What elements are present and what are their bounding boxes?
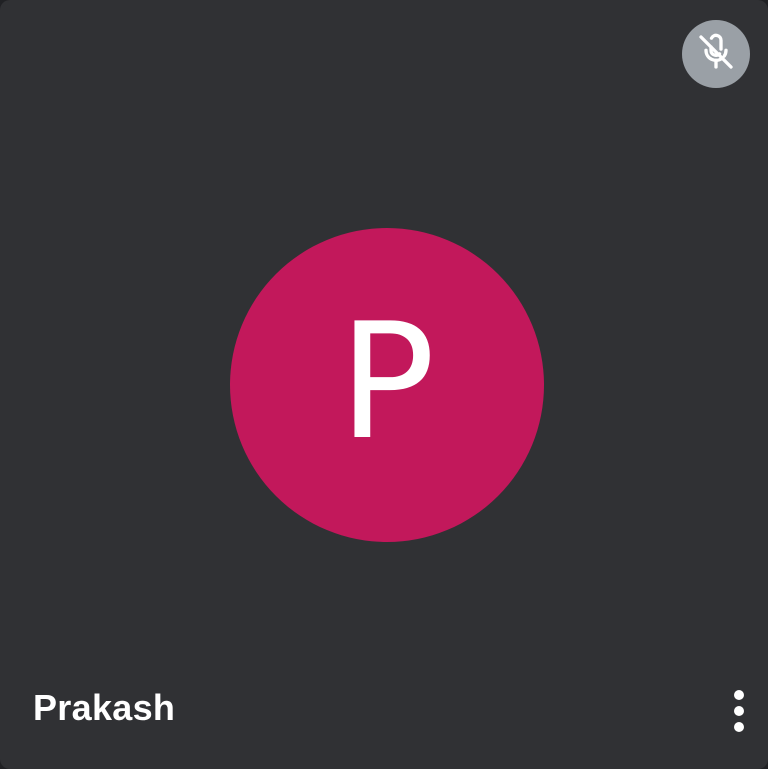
avatar-initial: P <box>338 288 436 475</box>
more-vertical-icon <box>734 690 744 732</box>
mic-muted-indicator <box>682 20 750 88</box>
participant-tile[interactable]: P Prakash <box>0 0 768 769</box>
mic-off-icon <box>696 32 736 77</box>
participant-name: Prakash <box>33 687 176 728</box>
participant-avatar: P <box>230 228 544 542</box>
more-options-button[interactable] <box>716 684 762 738</box>
